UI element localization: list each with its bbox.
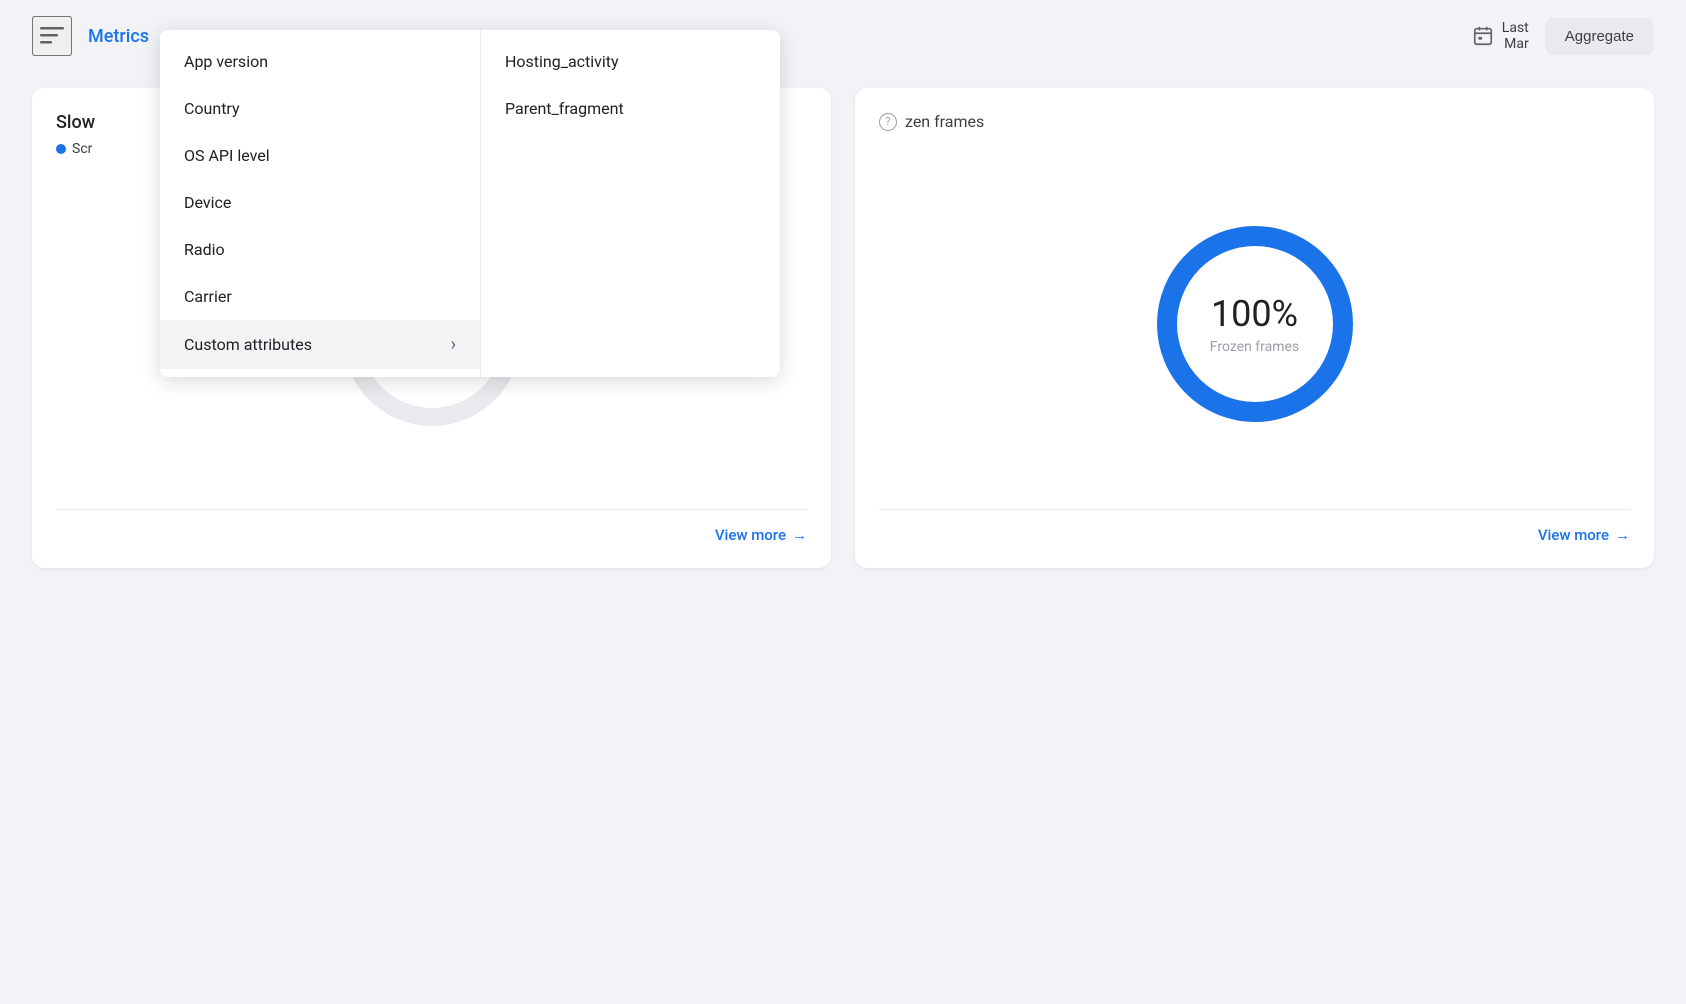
parent-fragment-label: Parent_fragment — [505, 99, 624, 118]
dropdown-right-panel: Hosting_activity Parent_fragment — [480, 30, 780, 377]
frozen-frames-title: zen frames — [905, 112, 984, 131]
frozen-donut-wrapper: 100% Frozen frames — [1135, 204, 1375, 444]
help-icon[interactable]: ? — [879, 113, 897, 131]
frozen-frames-card: ? zen frames 100% Frozen frames View mor… — [855, 88, 1654, 568]
slow-subtitle-text: Scr — [72, 141, 92, 157]
frozen-view-more-link[interactable]: View more → — [1538, 526, 1630, 544]
frozen-view-more-text: View more — [1538, 526, 1609, 544]
header-right: Last Mar Aggregate — [1472, 18, 1654, 55]
custom-attributes-label: Custom attributes — [184, 335, 312, 354]
hosting-activity-label: Hosting_activity — [505, 52, 619, 71]
frozen-card-footer: View more → — [879, 509, 1630, 544]
slow-view-more-link[interactable]: View more → — [715, 526, 807, 544]
carrier-label: Carrier — [184, 287, 232, 306]
slow-dot — [56, 144, 66, 154]
dropdown-item-hosting-activity[interactable]: Hosting_activity — [481, 38, 780, 85]
dropdown-item-country[interactable]: Country — [160, 85, 480, 132]
chevron-right-icon: › — [451, 334, 456, 355]
frozen-percent-label: Frozen frames — [1210, 339, 1299, 355]
frozen-percent: 100% — [1210, 293, 1299, 335]
slow-arrow-icon: → — [792, 526, 807, 544]
country-label: Country — [184, 99, 240, 118]
metrics-label: Metrics — [88, 26, 149, 47]
dropdown-item-radio[interactable]: Radio — [160, 226, 480, 273]
slow-view-more-text: View more — [715, 526, 786, 544]
calendar-icon — [1472, 25, 1494, 47]
frozen-frames-header: ? zen frames — [879, 112, 1630, 131]
frozen-donut-container: 100% Frozen frames — [879, 155, 1630, 493]
frozen-donut-center: 100% Frozen frames — [1210, 293, 1299, 355]
dropdown-item-app-version[interactable]: App version — [160, 38, 480, 85]
device-label: Device — [184, 193, 231, 212]
frozen-arrow-icon: → — [1615, 526, 1630, 544]
dropdown-item-custom-attributes[interactable]: Custom attributes › — [160, 320, 480, 369]
filter-icon — [40, 27, 64, 45]
dropdown-overlay: App version Country OS API level Device … — [160, 30, 780, 377]
date-text: Last Mar — [1502, 20, 1529, 52]
date-section: Last Mar — [1472, 20, 1529, 52]
dropdown-left-panel: App version Country OS API level Device … — [160, 30, 480, 377]
dropdown-item-parent-fragment[interactable]: Parent_fragment — [481, 85, 780, 132]
date-month: Mar — [1502, 36, 1529, 52]
aggregate-button[interactable]: Aggregate — [1545, 18, 1654, 55]
filter-button[interactable] — [32, 16, 72, 56]
radio-label: Radio — [184, 240, 225, 259]
dropdown-item-os-api-level[interactable]: OS API level — [160, 132, 480, 179]
os-api-level-label: OS API level — [184, 146, 270, 165]
date-last: Last — [1502, 20, 1529, 36]
dropdown-item-device[interactable]: Device — [160, 179, 480, 226]
dropdown-item-carrier[interactable]: Carrier — [160, 273, 480, 320]
app-version-label: App version — [184, 52, 268, 71]
slow-card-footer: View more → — [56, 509, 807, 544]
